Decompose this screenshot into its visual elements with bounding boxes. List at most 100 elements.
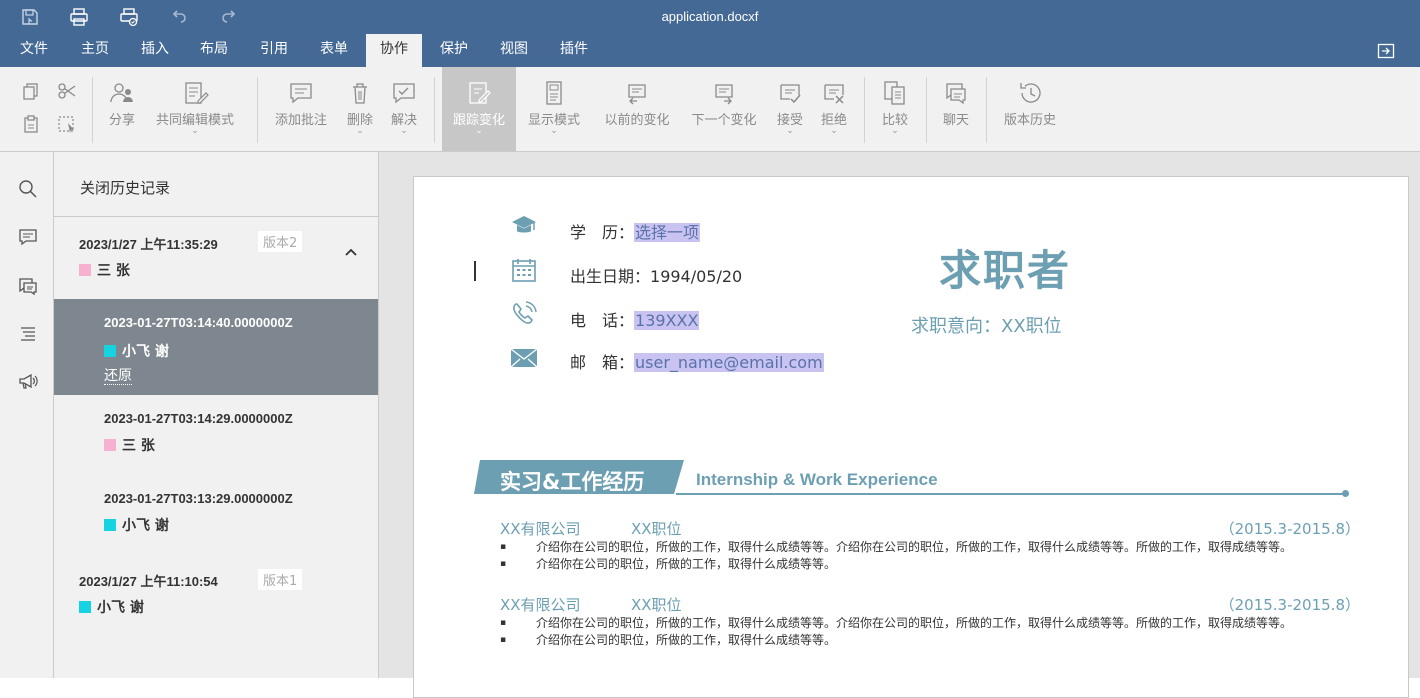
- revision-user: 三 张: [104, 435, 155, 455]
- version-history-label: 版本历史: [1003, 113, 1056, 128]
- version-user-name: 小飞 谢: [97, 600, 144, 616]
- version-item[interactable]: 2023/1/27 上午11:35:29 版本2 三 张: [54, 217, 378, 299]
- ribbon-toolbar: 分享 共同编辑模式 ⌄ 添加批注 删除 ⌄ 解决 ⌄ 跟踪变化 ⌄ 显示模式 ⌄…: [0, 67, 1420, 152]
- collapse-chevron-up-icon[interactable]: [343, 244, 359, 260]
- section-rule: [676, 493, 1344, 495]
- job-position: XX职位: [631, 596, 682, 614]
- reject-chevron-icon[interactable]: ⌄: [814, 127, 854, 136]
- revision-item[interactable]: 2023-01-27T03:14:29.0000000Z 三 张: [54, 395, 378, 477]
- section-rule-dot: [1342, 490, 1349, 497]
- display-mode-chevron-icon[interactable]: ⌄: [521, 127, 587, 136]
- education-dropdown[interactable]: 选择一项: [634, 223, 701, 242]
- job-period: （2015.3-2015.8）: [1219, 520, 1360, 538]
- birthdate-value[interactable]: 1994/05/20: [650, 267, 742, 286]
- version-item[interactable]: 2023/1/27 上午11:10:54 版本1 小飞 谢: [54, 557, 378, 637]
- search-icon[interactable]: [17, 178, 39, 200]
- toolbar-separator: [434, 77, 435, 143]
- job-header: XX有限公司 XX职位 （2015.3-2015.8）: [500, 594, 1360, 615]
- resolve-comment-button[interactable]: 解决 ⌄: [383, 67, 425, 151]
- document-canvas[interactable]: 学 历：选择一项 出生日期：1994/05/20 电 话：139XXX 邮 箱：…: [379, 152, 1420, 698]
- toolbar-separator: [926, 77, 927, 143]
- toolbar-separator: [257, 77, 258, 143]
- comments-icon[interactable]: [17, 226, 39, 248]
- compare-button[interactable]: 比较 ⌄: [872, 67, 918, 151]
- title-bar: application.docxf: [0, 0, 1420, 34]
- share-label: 分享: [108, 113, 135, 128]
- track-changes-button[interactable]: 跟踪变化 ⌄: [442, 67, 516, 151]
- education-row: 学 历：选择一项: [570, 219, 701, 243]
- revision-user: 小飞 谢: [104, 341, 169, 361]
- chat-button[interactable]: 聊天: [934, 67, 978, 151]
- restore-link[interactable]: 还原: [104, 368, 132, 385]
- coedit-dropdown-chevron-icon[interactable]: ⌄: [147, 127, 243, 136]
- close-history-button[interactable]: 关闭历史记录: [80, 177, 170, 198]
- feedback-megaphone-icon[interactable]: [17, 370, 39, 392]
- previous-change-icon: [628, 84, 646, 105]
- phone-icon: [513, 301, 537, 324]
- calendar-icon: [512, 259, 536, 282]
- section-title-cn: 实习&工作经历: [500, 470, 645, 494]
- delete-comment-button[interactable]: 删除 ⌄: [339, 67, 381, 151]
- share-button[interactable]: 分享: [100, 67, 144, 151]
- menu-bar: 文件 主页 插入 布局 引用 表单 协作 保护 视图 插件: [0, 34, 1420, 67]
- display-mode-button[interactable]: 显示模式 ⌄: [521, 67, 587, 151]
- job-bullet: 介绍你在公司的职位，所做的工作，取得什么成绩等等。介绍你在公司的职位，所做的工作…: [500, 617, 1362, 631]
- track-changes-chevron-icon[interactable]: ⌄: [442, 127, 516, 136]
- next-change-button[interactable]: 下一个变化: [683, 67, 765, 151]
- email-field[interactable]: user_name@email.com: [634, 353, 824, 372]
- job-bullet: 介绍你在公司的职位，所做的工作，取得什么成绩等等。介绍你在公司的职位，所做的工作…: [500, 541, 1362, 555]
- resume-title: 求职者: [939, 246, 1072, 295]
- phone-label: 电 话：: [570, 311, 635, 330]
- birthdate-row: 出生日期：1994/05/20: [570, 263, 742, 287]
- previous-change-button[interactable]: 以前的变化: [596, 67, 678, 151]
- job-header: XX有限公司 XX职位 （2015.3-2015.8）: [500, 518, 1360, 539]
- graduation-cap-icon: [512, 216, 536, 233]
- tab-insert[interactable]: 插入: [130, 34, 180, 67]
- chat-panel-icon[interactable]: [17, 274, 39, 296]
- job-bullet: 介绍你在公司的职位，所做的工作，取得什么成绩等等。: [500, 634, 1362, 648]
- resolve-check-icon: [393, 83, 415, 104]
- job-period: （2015.3-2015.8）: [1219, 596, 1360, 614]
- add-comment-button[interactable]: 添加批注: [268, 67, 334, 151]
- add-comment-label: 添加批注: [274, 113, 327, 128]
- tab-layout[interactable]: 布局: [189, 34, 239, 67]
- tab-home[interactable]: 主页: [70, 34, 120, 67]
- revision-item[interactable]: 2023-01-27T03:13:29.0000000Z 小飞 谢: [54, 477, 378, 557]
- phone-field[interactable]: 139XXX: [634, 311, 700, 330]
- exit-icon[interactable]: [1376, 41, 1396, 61]
- job-bullets: 介绍你在公司的职位，所做的工作，取得什么成绩等等。介绍你在公司的职位，所做的工作…: [500, 617, 1362, 651]
- version-history-panel: 关闭历史记录 2023/1/27 上午11:35:29 版本2 三 张 2023…: [54, 152, 379, 678]
- select-all-icon[interactable]: [56, 113, 78, 135]
- tab-forms[interactable]: 表单: [309, 34, 359, 67]
- reject-change-button[interactable]: 拒绝 ⌄: [814, 67, 854, 151]
- compare-chevron-icon[interactable]: ⌄: [872, 127, 918, 136]
- education-label: 学 历：: [570, 223, 635, 242]
- tab-plugins[interactable]: 插件: [549, 34, 599, 67]
- coedit-mode-button[interactable]: 共同编辑模式 ⌄: [147, 67, 243, 151]
- version-item-selected[interactable]: 2023-01-27T03:14:40.0000000Z 小飞 谢 还原: [54, 299, 378, 395]
- user-color-swatch: [79, 264, 91, 276]
- version-date: 2023/1/27 上午11:35:29: [79, 237, 218, 252]
- revision-date: 2023-01-27T03:14:29.0000000Z: [104, 411, 293, 426]
- copy-icon[interactable]: [20, 80, 42, 102]
- accept-change-button[interactable]: 接受 ⌄: [770, 67, 810, 151]
- tab-protection[interactable]: 保护: [429, 34, 479, 67]
- tab-collaboration[interactable]: 协作: [366, 34, 422, 67]
- comment-icon: [290, 83, 312, 104]
- version-history-button[interactable]: 版本历史: [994, 67, 1066, 151]
- next-change-label: 下一个变化: [691, 113, 757, 128]
- resolve-dropdown-chevron-icon[interactable]: ⌄: [383, 127, 425, 136]
- delete-dropdown-chevron-icon[interactable]: ⌄: [339, 127, 381, 136]
- tab-view[interactable]: 视图: [489, 34, 539, 67]
- compare-icon: [884, 81, 905, 105]
- navigation-headings-icon[interactable]: [17, 322, 39, 344]
- accept-chevron-icon[interactable]: ⌄: [770, 127, 810, 136]
- tab-file[interactable]: 文件: [10, 34, 58, 67]
- share-users-icon: [110, 83, 133, 103]
- paste-icon[interactable]: [20, 113, 42, 135]
- company-name: XX有限公司: [500, 520, 581, 538]
- cut-icon[interactable]: [56, 80, 78, 102]
- document-page[interactable]: 学 历：选择一项 出生日期：1994/05/20 电 话：139XXX 邮 箱：…: [413, 176, 1409, 698]
- display-mode-icon: [546, 81, 562, 105]
- tab-references[interactable]: 引用: [249, 34, 299, 67]
